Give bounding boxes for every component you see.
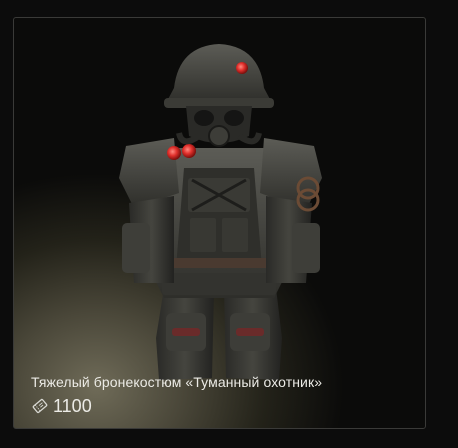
price-row: 1100 xyxy=(31,396,415,416)
item-name: Тяжелый бронекостюм «Туманный охотник» xyxy=(31,374,323,390)
coupon-icon xyxy=(32,398,48,414)
armor-suit-image xyxy=(119,44,322,380)
item-card[interactable]: Тяжелый бронекостюм «Туманный охотник» 1… xyxy=(13,17,426,429)
item-price: 1100 xyxy=(53,396,92,416)
item-info: Тяжелый бронекостюм «Туманный охотник» 1… xyxy=(31,373,415,416)
